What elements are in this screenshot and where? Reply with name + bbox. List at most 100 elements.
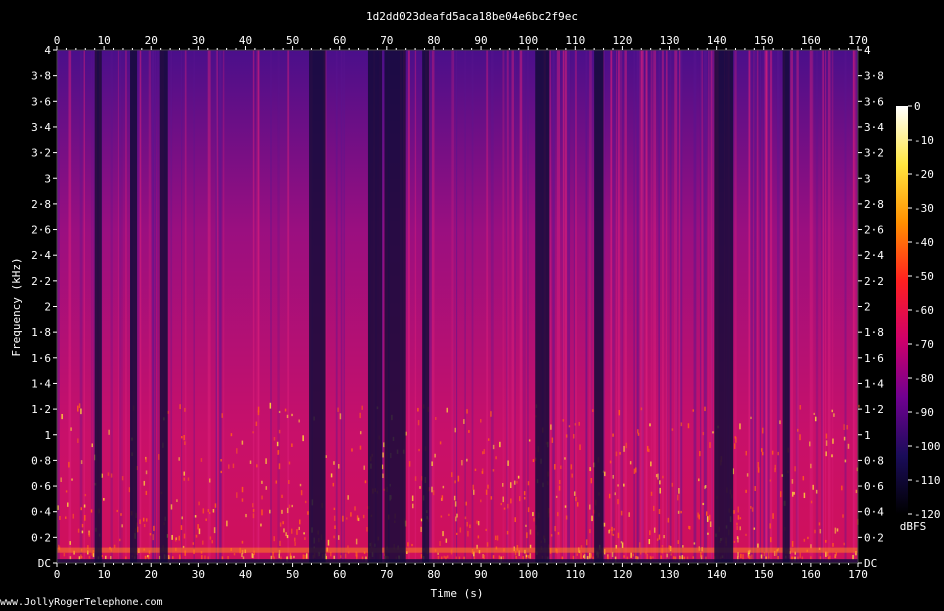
y-tick-label: 2·2 bbox=[31, 275, 51, 288]
energy-speck bbox=[625, 442, 628, 449]
energy-speck bbox=[658, 508, 661, 515]
y-tick-label-right: 4 bbox=[864, 44, 871, 57]
texture-streak bbox=[844, 50, 847, 563]
energy-speck bbox=[442, 485, 445, 489]
energy-speck bbox=[261, 509, 263, 516]
energy-speck bbox=[513, 480, 516, 485]
colorbar-tick-label: 0 bbox=[914, 100, 921, 113]
energy-speck bbox=[91, 443, 93, 448]
texture-streak bbox=[119, 50, 122, 563]
texture-streak bbox=[407, 50, 410, 563]
energy-speck bbox=[757, 461, 760, 468]
energy-speck bbox=[557, 532, 560, 535]
y-tick-label-right: 3·4 bbox=[864, 121, 884, 134]
energy-speck bbox=[617, 484, 619, 487]
texture-streak bbox=[277, 50, 280, 563]
energy-speck bbox=[145, 457, 147, 463]
quiet-interval bbox=[130, 50, 138, 563]
texture-streak bbox=[610, 50, 613, 563]
energy-speck bbox=[116, 509, 119, 513]
energy-speck bbox=[574, 423, 577, 426]
energy-speck bbox=[623, 445, 625, 452]
texture-streak bbox=[451, 50, 455, 563]
colorbar-tick-label: -90 bbox=[914, 406, 934, 419]
energy-speck bbox=[354, 506, 356, 511]
energy-speck bbox=[241, 540, 244, 544]
energy-speck bbox=[355, 538, 358, 545]
energy-speck bbox=[407, 542, 409, 547]
energy-speck bbox=[529, 553, 532, 559]
energy-speck bbox=[463, 419, 465, 424]
quiet-interval bbox=[535, 50, 550, 563]
energy-speck bbox=[692, 409, 695, 412]
energy-speck bbox=[187, 477, 190, 481]
energy-speck bbox=[712, 431, 714, 434]
energy-speck bbox=[842, 514, 844, 518]
y-tick-label-right: 0·2 bbox=[864, 531, 884, 544]
energy-speck bbox=[361, 405, 363, 410]
colorbar-tick-label: -60 bbox=[914, 304, 934, 317]
texture-streak bbox=[708, 50, 710, 563]
energy-speck bbox=[652, 556, 654, 559]
energy-speck bbox=[671, 482, 674, 487]
x-tick-label: 120 bbox=[612, 568, 632, 581]
y-tick-label-right: 2·6 bbox=[864, 224, 884, 237]
energy-speck bbox=[526, 532, 528, 539]
energy-speck bbox=[708, 514, 711, 521]
energy-speck bbox=[666, 553, 668, 558]
energy-speck bbox=[59, 515, 61, 520]
energy-speck bbox=[740, 553, 742, 559]
energy-speck bbox=[562, 419, 565, 422]
texture-streak bbox=[639, 50, 643, 563]
y-tick-label: 0·8 bbox=[31, 454, 51, 467]
energy-speck bbox=[261, 480, 263, 484]
energy-speck bbox=[333, 535, 335, 539]
y-tick-label: 3 bbox=[44, 172, 51, 185]
energy-speck bbox=[560, 465, 562, 469]
texture-streak bbox=[527, 50, 529, 563]
energy-speck bbox=[697, 512, 699, 518]
texture-streak bbox=[679, 50, 681, 563]
energy-speck bbox=[803, 492, 806, 499]
energy-speck bbox=[417, 420, 420, 426]
energy-speck bbox=[771, 450, 774, 455]
energy-speck bbox=[284, 408, 287, 412]
energy-speck bbox=[818, 522, 821, 526]
energy-speck bbox=[572, 434, 575, 439]
energy-speck bbox=[523, 491, 526, 496]
energy-speck bbox=[612, 533, 615, 536]
energy-speck bbox=[325, 455, 327, 458]
energy-speck bbox=[252, 554, 254, 559]
energy-speck bbox=[514, 517, 517, 523]
energy-speck bbox=[192, 542, 195, 545]
energy-speck bbox=[503, 507, 506, 510]
energy-speck bbox=[364, 480, 367, 484]
energy-speck bbox=[265, 458, 267, 464]
x-tick-label-top: 150 bbox=[754, 34, 774, 47]
chart-title: 1d2dd023deafd5aca18be04e6bc2f9ec bbox=[366, 10, 578, 23]
y-tick-label: 1·4 bbox=[31, 377, 51, 390]
energy-speck bbox=[252, 503, 254, 508]
energy-speck bbox=[769, 537, 772, 543]
energy-speck bbox=[181, 436, 183, 439]
energy-speck bbox=[184, 441, 186, 445]
energy-speck bbox=[480, 499, 482, 503]
energy-speck bbox=[495, 456, 497, 460]
energy-speck bbox=[356, 552, 358, 558]
energy-speck bbox=[810, 463, 812, 469]
x-tick-label-top: 40 bbox=[239, 34, 252, 47]
energy-speck bbox=[64, 516, 67, 519]
energy-speck bbox=[298, 419, 300, 423]
x-tick-label: 80 bbox=[427, 568, 440, 581]
energy-speck bbox=[527, 481, 530, 486]
energy-speck bbox=[739, 423, 741, 430]
energy-speck bbox=[576, 553, 578, 556]
energy-speck bbox=[340, 555, 342, 558]
texture-streak bbox=[573, 50, 576, 563]
energy-speck bbox=[774, 468, 776, 473]
x-tick-label-top: 60 bbox=[333, 34, 346, 47]
texture-streak bbox=[139, 50, 142, 563]
energy-speck bbox=[272, 551, 274, 558]
energy-speck bbox=[762, 451, 764, 456]
y-tick-label-right: 1·8 bbox=[864, 326, 884, 339]
